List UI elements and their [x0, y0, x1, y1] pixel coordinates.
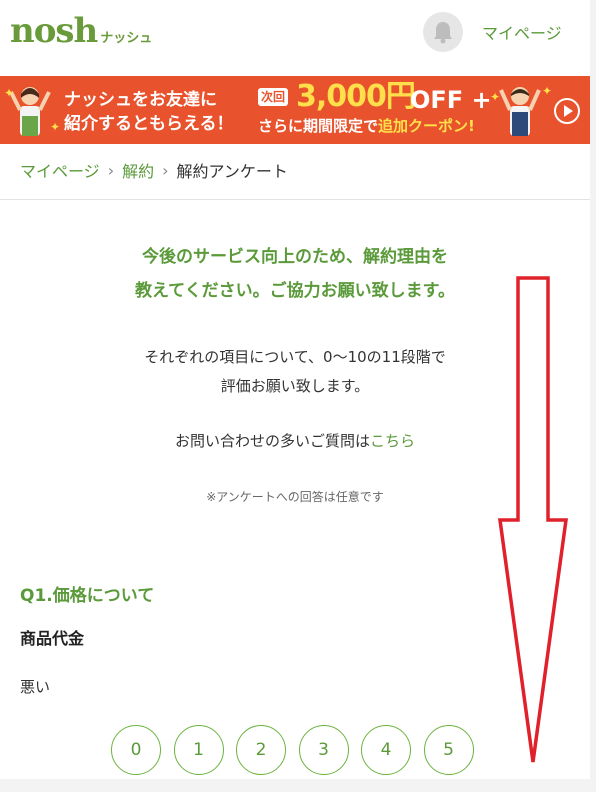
breadcrumb-mypage[interactable]: マイページ: [20, 158, 100, 182]
logo[interactable]: nosh ナッシュ: [10, 14, 152, 48]
faq-label: お問い合わせの多いご質問は: [174, 432, 370, 450]
banner-line2-a: さらに期間限定で: [258, 117, 379, 135]
banner-left-line2: 紹介するともらえる！: [64, 114, 234, 134]
faq-link[interactable]: こちら: [370, 432, 415, 450]
sparkle-icon: ✦: [50, 120, 61, 134]
rating-scale: 0 1 2 3 4 5: [111, 725, 486, 775]
lead-line1: 今後のサービス向上のため、解約理由を: [142, 247, 448, 267]
coupon-off: OFF +: [410, 86, 492, 114]
chevron-right-icon: ›: [162, 160, 169, 180]
rating-button-5[interactable]: 5: [423, 725, 474, 775]
sparkle-icon: ✦: [542, 84, 553, 98]
rating-button-1[interactable]: 1: [173, 725, 224, 775]
logo-main: nosh: [10, 11, 98, 51]
rating-button-0[interactable]: 0: [111, 725, 161, 775]
next-badge: 次回: [258, 88, 289, 106]
notification-button[interactable]: [423, 12, 463, 52]
chevron-right-icon: ›: [107, 160, 115, 180]
breadcrumb-cancel[interactable]: 解約: [122, 158, 154, 182]
breadcrumb: マイページ › 解約 › 解約アンケート: [20, 158, 288, 182]
rating-button-4[interactable]: 4: [361, 725, 411, 775]
breadcrumb-current: 解約アンケート: [176, 162, 288, 181]
person-cheering-icon: [9, 87, 51, 136]
question-item: 商品代金: [20, 629, 85, 648]
bottom-strip: [0, 779, 596, 792]
sparkle-icon: ✦: [490, 90, 501, 104]
scale-low-label: 悪い: [20, 678, 51, 696]
referral-banner[interactable]: ✦ ✦ ナッシュをお友達に 紹介するともらえる！ 次回 3,000円 OFF +…: [0, 76, 590, 144]
sparkle-icon: ✦: [4, 86, 15, 100]
banner-left-text: ナッシュをお友達に 紹介するともらえる！: [64, 88, 234, 136]
person-cheering-icon: [499, 87, 541, 136]
logo-sub: ナッシュ: [100, 31, 153, 46]
rating-button-3[interactable]: 3: [298, 725, 349, 775]
play-icon[interactable]: [554, 98, 580, 124]
bell-icon: [434, 22, 452, 44]
down-arrow-annotation: [497, 276, 569, 763]
banner-line2-b: 追加クーポン!: [378, 117, 475, 135]
coupon-amount: 3,000円: [296, 79, 416, 114]
banner-left-line1: ナッシュをお友達に: [64, 90, 217, 110]
question-title: Q1.価格について: [20, 586, 155, 606]
rating-button-2[interactable]: 2: [236, 725, 286, 775]
header: nosh ナッシュ マイページ: [0, 0, 590, 76]
mypage-link[interactable]: マイページ: [482, 20, 562, 44]
divider: [0, 199, 590, 200]
banner-line2: さらに期間限定で追加クーポン!: [258, 116, 475, 136]
